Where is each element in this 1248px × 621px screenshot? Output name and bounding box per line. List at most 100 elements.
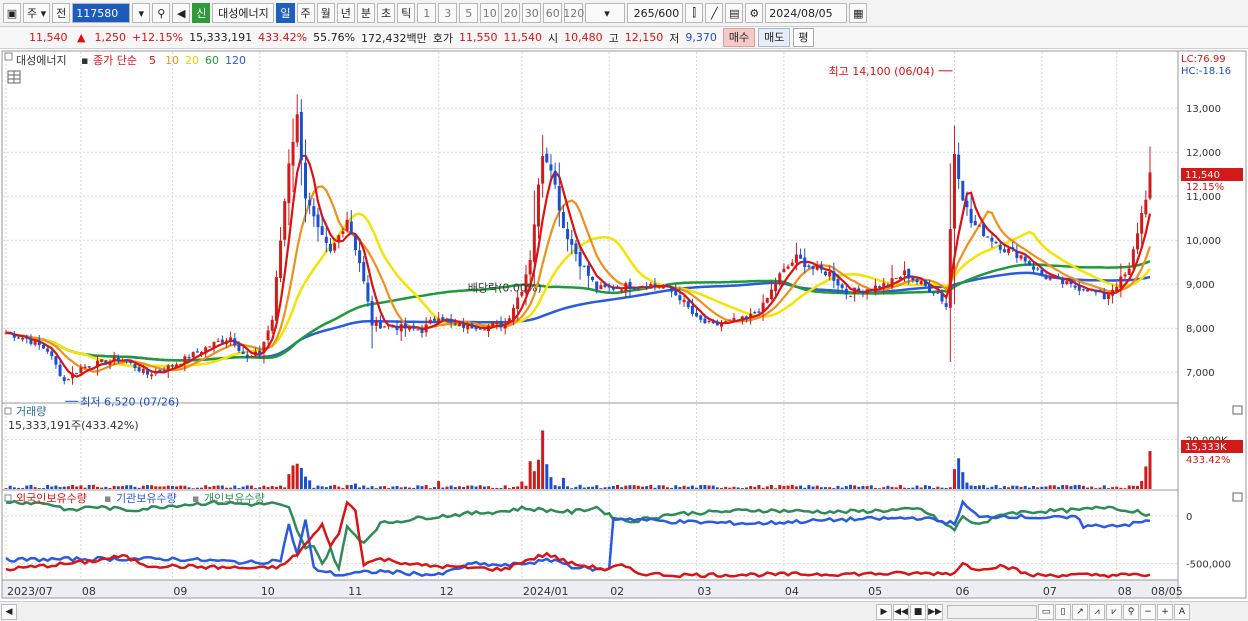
forward-icon[interactable]: ▶▶ — [927, 603, 943, 620]
scroll-bar[interactable]: ◀ ▶ ◀◀ ■ ▶▶ ▭ ▯ ↗ ⩘ ⩗ ⚲ − + A — [0, 601, 1248, 621]
interval-1[interactable]: 1 — [417, 3, 437, 23]
interval-30[interactable]: 30 — [522, 3, 542, 23]
stop-icon[interactable]: ■ — [910, 603, 926, 620]
window-icon[interactable]: ▣ — [3, 3, 21, 23]
legend-box-icon — [4, 52, 13, 61]
candle-body — [695, 312, 699, 317]
scroll-right-icon[interactable]: ▶ — [876, 603, 892, 620]
date-input[interactable]: 2024/08/05 — [765, 3, 848, 23]
candle-body — [457, 323, 461, 327]
layout-icon[interactable]: ▯ — [1055, 603, 1071, 620]
interval-dropdown[interactable]: ▾ — [585, 3, 626, 23]
close-icon[interactable] — [1232, 405, 1243, 415]
candle-icon[interactable]: ⫿ — [685, 3, 704, 23]
candle-body — [1094, 289, 1098, 293]
stock-code-input[interactable]: 117580 — [72, 3, 131, 23]
tab-week[interactable]: 주 — [296, 3, 315, 23]
candle-body — [499, 320, 503, 327]
stock-chart[interactable]: 2023/07 08 09 10 11 12 2024/01 02 03 04 05 06 07 08 08… — [0, 50, 1248, 601]
avg-button[interactable]: 평 — [793, 28, 814, 47]
candle-body — [1148, 172, 1152, 199]
candle-body — [674, 290, 678, 296]
speaker-icon[interactable]: ◀ — [172, 3, 191, 23]
candle-body — [736, 319, 740, 321]
volume-bar — [774, 488, 778, 489]
volume-bar — [220, 485, 224, 489]
volume-bar — [420, 486, 424, 489]
volume-bar — [8, 485, 12, 489]
tab-minute[interactable]: 분 — [356, 3, 376, 23]
volume-bar — [353, 483, 357, 489]
tab-day[interactable]: 일 — [276, 3, 295, 23]
volume-bar — [46, 484, 50, 489]
minus-icon[interactable]: − — [1140, 603, 1156, 620]
volume-bar — [1036, 487, 1040, 489]
candle-body — [574, 243, 578, 255]
plus-icon[interactable]: + — [1157, 603, 1173, 620]
sell-button[interactable]: 매도 — [758, 28, 791, 47]
rewind-icon[interactable]: ◀◀ — [893, 603, 909, 620]
candle-body — [1098, 291, 1102, 293]
calendar-icon[interactable]: ▦ — [849, 3, 868, 23]
volume-bar — [212, 485, 216, 489]
volume-bar — [611, 485, 615, 489]
interval-120[interactable]: 120 — [563, 3, 584, 23]
volume-bar — [1131, 485, 1135, 489]
volume-bar — [1027, 487, 1031, 489]
volume-bar — [507, 488, 511, 489]
candle-body — [41, 344, 45, 349]
volume-bar — [607, 486, 611, 489]
trend-icon[interactable]: ↗ — [1072, 603, 1088, 620]
search-icon[interactable]: ⚲ — [152, 3, 171, 23]
volume-bar — [894, 487, 898, 489]
interval-5[interactable]: 5 — [459, 3, 479, 23]
tab-month[interactable]: 월 — [316, 3, 335, 23]
tab-year[interactable]: 년 — [336, 3, 355, 23]
tab-tick[interactable]: 틱 — [397, 3, 416, 23]
interval-3[interactable]: 3 — [438, 3, 458, 23]
font-icon[interactable]: A — [1174, 603, 1190, 620]
interval-60[interactable]: 60 — [543, 3, 563, 23]
volume-bar — [337, 486, 341, 489]
legend-ma120: 120 — [225, 54, 246, 67]
save-icon[interactable]: ▤ — [725, 3, 744, 23]
fibo-icon[interactable]: ⩘ — [1089, 603, 1105, 620]
volume-bar — [728, 487, 732, 489]
pattern-icon[interactable]: ⩗ — [1106, 603, 1122, 620]
candle-body — [108, 361, 112, 365]
tab-second[interactable]: 초 — [377, 3, 396, 23]
candle-body — [690, 305, 694, 314]
candle-body — [607, 286, 611, 288]
volume-bar — [819, 487, 823, 489]
chevron-down-icon[interactable]: ▾ — [132, 3, 151, 23]
candle-body — [636, 287, 640, 289]
candle-body — [62, 377, 66, 382]
candle-body — [732, 318, 736, 321]
gear-icon[interactable]: ⚙ — [745, 3, 764, 23]
count-field[interactable]: 265/600 — [627, 3, 684, 23]
buy-button[interactable]: 매수 — [722, 28, 756, 47]
scroll-left-icon[interactable]: ◀ — [1, 603, 17, 620]
candle-body — [819, 264, 823, 270]
volume-bar — [1073, 485, 1077, 489]
zoom-slider[interactable] — [947, 604, 1037, 619]
close-icon[interactable] — [1232, 492, 1243, 502]
volume-bar — [973, 486, 977, 489]
volume-bar — [249, 485, 253, 489]
amount: 172,432백만 — [361, 31, 427, 45]
volume-bar — [686, 486, 690, 489]
legend-ma20: 20 — [185, 54, 199, 67]
prev-button[interactable]: 전 — [52, 3, 71, 23]
period-select[interactable]: 주 ▾ — [23, 3, 51, 23]
volume-bar — [266, 487, 270, 489]
zoom-icon[interactable]: ⚲ — [1123, 603, 1139, 620]
volume-bar — [158, 486, 162, 489]
volume-bar — [112, 485, 116, 489]
volume-bar — [333, 484, 337, 489]
interval-20[interactable]: 20 — [501, 3, 521, 23]
split-icon[interactable]: ▭ — [1038, 603, 1054, 620]
draw-icon[interactable]: ╱ — [705, 3, 724, 23]
candle-body — [682, 299, 686, 303]
interval-10[interactable]: 10 — [480, 3, 500, 23]
period-label: 주 — [27, 7, 38, 20]
